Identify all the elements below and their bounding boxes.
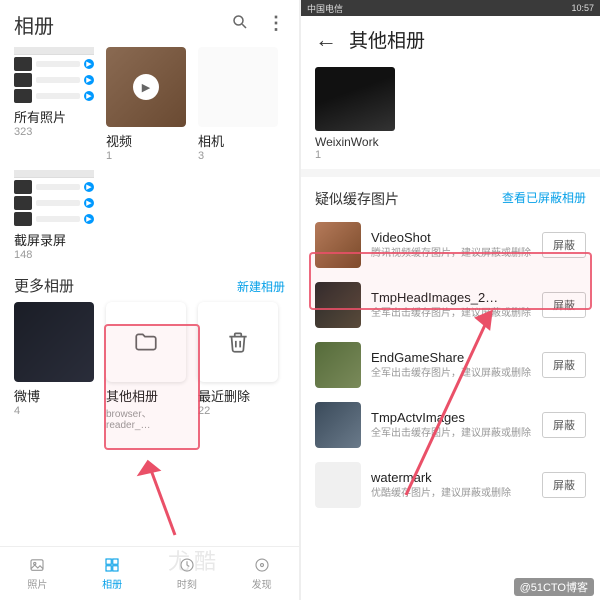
album-row-3: 微博 4 其他相册 browser、reader_… 最近删除 22 (0, 302, 299, 431)
section-title: 疑似缓存图片 (315, 189, 502, 209)
nav-label: 发现 (252, 576, 272, 591)
cache-item-watermark[interactable]: watermark 优酷缓存图片，建议屏蔽或删除 屏蔽 (301, 455, 600, 515)
album-row-1: ▶ ▶ ▶ 所有照片 323 ▶ 视频 1 相机 3 (0, 47, 299, 162)
album-trash[interactable]: 最近删除 22 (198, 302, 278, 431)
album-count: 1 (315, 149, 586, 161)
album-label: 截屏录屏 (14, 230, 94, 249)
album-others[interactable]: 其他相册 browser、reader_… (106, 302, 186, 431)
page-title: 其他相册 (349, 26, 425, 53)
nav-label: 照片 (27, 576, 47, 591)
cache-name: EndGameShare (371, 350, 532, 365)
cache-name: VideoShot (371, 230, 532, 245)
album-row-2: ▶ ▶ ▶ 截屏录屏 148 (0, 170, 299, 261)
status-bar: 中国电信 10:57 (301, 0, 600, 16)
nav-discover[interactable]: 发现 (224, 547, 299, 600)
trash-icon (198, 302, 278, 382)
block-button[interactable]: 屏蔽 (542, 292, 586, 318)
album-weibo[interactable]: 微博 4 (14, 302, 94, 431)
cache-desc: 全军出击缓存图片，建议屏蔽或删除 (371, 427, 532, 440)
cache-desc: 全军出击缓存图片，建议屏蔽或删除 (371, 367, 532, 380)
nav-moments[interactable]: 时刻 (150, 547, 225, 600)
album-count: 1 (106, 150, 186, 162)
cache-name: TmpActvImages (371, 410, 532, 425)
album-count: 3 (198, 150, 278, 162)
page-title: 相册 (14, 10, 231, 39)
cache-desc: 优酷缓存图片，建议屏蔽或删除 (371, 487, 532, 500)
folder-icon (106, 302, 186, 382)
nav-label: 时刻 (177, 576, 197, 591)
view-blocked-link[interactable]: 查看已屏蔽相册 (502, 189, 586, 209)
cache-item-tmpactv[interactable]: TmpActvImages 全军出击缓存图片，建议屏蔽或删除 屏蔽 (301, 395, 600, 455)
new-album-link[interactable]: 新建相册 (237, 278, 285, 295)
album-sub: browser、reader_… (106, 405, 186, 431)
album-all-photos[interactable]: ▶ ▶ ▶ 所有照片 323 (14, 47, 94, 162)
nav-albums[interactable]: 相册 (75, 547, 150, 600)
right-screen: 中国电信 10:57 ← 其他相册 WeixinWork 1 疑似缓存图片 查看… (301, 0, 600, 600)
album-label: 最近删除 (198, 386, 278, 405)
section-title: 更多相册 (14, 275, 237, 296)
album-weixinwork[interactable]: WeixinWork 1 (301, 63, 600, 169)
cache-desc: 全军出击缓存图片，建议屏蔽或删除 (371, 307, 532, 320)
status-time: 10:57 (571, 3, 594, 13)
bottom-nav: 照片 相册 时刻 发现 (0, 546, 299, 600)
block-button[interactable]: 屏蔽 (542, 232, 586, 258)
cache-item-videoshot[interactable]: VideoShot 腾讯视频缓存图片，建议屏蔽或删除 屏蔽 (301, 215, 600, 275)
album-count: 323 (14, 126, 94, 138)
right-header: ← 其他相册 (301, 16, 600, 63)
cache-item-tmphead[interactable]: TmpHeadImages_2… 全军出击缓存图片，建议屏蔽或删除 屏蔽 (301, 275, 600, 335)
left-screen: 相册 ⋮ ▶ ▶ ▶ 所有照片 323 ▶ 视频 (0, 0, 299, 600)
status-carrier: 中国电信 (307, 2, 343, 15)
album-count: 22 (198, 405, 278, 417)
cache-desc: 腾讯视频缓存图片，建议屏蔽或删除 (371, 247, 532, 260)
back-icon[interactable]: ← (315, 27, 337, 53)
arrow-left (130, 450, 190, 540)
more-albums-header: 更多相册 新建相册 (0, 261, 299, 302)
album-count: 148 (14, 249, 94, 261)
footer-watermark: @51CTO博客 (514, 578, 594, 596)
album-screenshots[interactable]: ▶ ▶ ▶ 截屏录屏 148 (14, 170, 94, 261)
album-label: 其他相册 (106, 386, 186, 405)
nav-photos[interactable]: 照片 (0, 547, 75, 600)
block-button[interactable]: 屏蔽 (542, 352, 586, 378)
album-label: 视频 (106, 131, 186, 150)
block-button[interactable]: 屏蔽 (542, 472, 586, 498)
cache-name: watermark (371, 470, 532, 485)
album-videos[interactable]: ▶ 视频 1 (106, 47, 186, 162)
left-header: 相册 ⋮ (0, 0, 299, 47)
cache-header: 疑似缓存图片 查看已屏蔽相册 (301, 177, 600, 215)
album-label: 相机 (198, 131, 278, 150)
cache-name: TmpHeadImages_2… (371, 290, 532, 305)
album-count: 4 (14, 405, 94, 417)
album-label: 所有照片 (14, 107, 94, 126)
play-icon: ▶ (133, 74, 159, 100)
search-icon[interactable] (231, 13, 249, 36)
cache-item-endgame[interactable]: EndGameShare 全军出击缓存图片，建议屏蔽或删除 屏蔽 (301, 335, 600, 395)
album-label: 微博 (14, 386, 94, 405)
nav-label: 相册 (102, 576, 122, 591)
album-camera[interactable]: 相机 3 (198, 47, 278, 162)
album-label: WeixinWork (315, 135, 586, 149)
more-icon[interactable]: ⋮ (267, 13, 285, 36)
block-button[interactable]: 屏蔽 (542, 412, 586, 438)
